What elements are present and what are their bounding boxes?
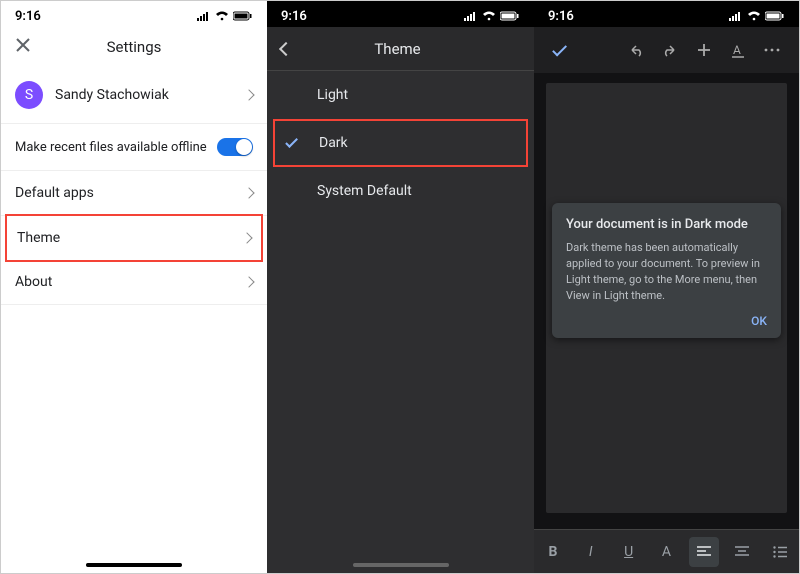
theme-label: Theme — [17, 230, 243, 246]
undo-button[interactable] — [623, 37, 649, 63]
more-button[interactable] — [759, 37, 785, 63]
page-title: Settings — [35, 38, 233, 56]
settings-header: Settings — [1, 27, 267, 67]
theme-panel: 9:16 Theme Light Dark System Default — [267, 1, 534, 573]
avatar: S — [15, 81, 43, 109]
document-area[interactable]: Your document is in Dark mode Dark theme… — [546, 83, 787, 513]
option-label: System Default — [317, 183, 412, 199]
offline-row[interactable]: Make recent files available offline — [1, 124, 267, 171]
dialog-ok-button[interactable]: OK — [566, 314, 767, 328]
check-icon — [283, 140, 303, 146]
profile-row[interactable]: S Sandy Stachowiak — [1, 67, 267, 124]
status-time: 9:16 — [15, 9, 41, 24]
status-bar: 9:16 — [267, 1, 534, 27]
home-indicator — [86, 563, 182, 567]
theme-option-light[interactable]: Light — [267, 71, 534, 119]
italic-button[interactable]: I — [576, 537, 606, 567]
dialog-body: Dark theme has been automatically applie… — [566, 240, 767, 304]
align-left-button[interactable] — [689, 537, 719, 567]
about-row[interactable]: About — [1, 260, 267, 305]
svg-text:A: A — [733, 43, 741, 57]
theme-option-dark[interactable]: Dark — [273, 119, 528, 167]
settings-panel: 9:16 Settings S Sandy Stachowiak Make re… — [1, 1, 267, 573]
bullet-list-button[interactable] — [765, 537, 795, 567]
theme-option-system[interactable]: System Default — [267, 167, 534, 215]
status-time: 9:16 — [548, 9, 574, 24]
option-label: Dark — [319, 135, 348, 151]
chevron-right-icon — [241, 232, 252, 243]
option-label: Light — [317, 87, 348, 103]
theme-row[interactable]: Theme — [5, 214, 263, 262]
home-indicator — [353, 563, 449, 567]
underline-button[interactable]: U — [614, 537, 644, 567]
done-button[interactable] — [548, 37, 574, 63]
status-time: 9:16 — [281, 9, 307, 24]
chevron-right-icon — [243, 89, 254, 100]
status-bar: 9:16 — [1, 1, 267, 27]
chevron-right-icon — [243, 276, 254, 287]
profile-name: Sandy Stachowiak — [55, 87, 245, 103]
theme-header: Theme — [267, 27, 534, 71]
format-bar: B I U A — [534, 529, 799, 573]
chevron-right-icon — [243, 187, 254, 198]
status-bar: 9:16 — [534, 1, 799, 27]
offline-label: Make recent files available offline — [15, 140, 217, 155]
status-icons — [464, 11, 520, 21]
default-apps-label: Default apps — [15, 185, 245, 201]
offline-toggle[interactable] — [217, 138, 253, 156]
page-title: Theme — [291, 40, 504, 58]
text-color-button[interactable]: A — [651, 537, 681, 567]
about-label: About — [15, 274, 245, 290]
dark-mode-dialog: Your document is in Dark mode Dark theme… — [552, 203, 781, 338]
default-apps-row[interactable]: Default apps — [1, 171, 267, 216]
close-icon[interactable] — [15, 37, 35, 57]
dialog-title: Your document is in Dark mode — [566, 217, 767, 232]
status-icons — [197, 11, 253, 21]
editor-toolbar: A — [534, 27, 799, 73]
redo-button[interactable] — [657, 37, 683, 63]
bold-button[interactable]: B — [538, 537, 568, 567]
status-icons — [729, 11, 785, 21]
text-format-button[interactable]: A — [725, 37, 751, 63]
document-panel: 9:16 A Your document is in Dark mode Dar… — [534, 1, 799, 573]
add-button[interactable] — [691, 37, 717, 63]
align-center-button[interactable] — [727, 537, 757, 567]
